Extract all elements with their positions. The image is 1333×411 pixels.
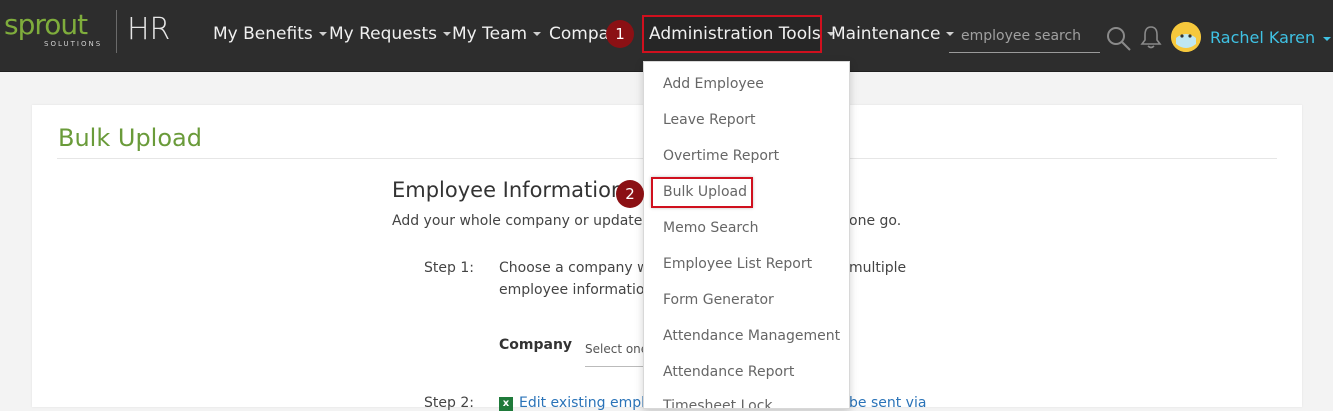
nav-my-benefits[interactable]: My Benefits: [213, 24, 327, 44]
bulk-upload-highlight: [651, 177, 753, 208]
nav-label: My Benefits: [213, 24, 313, 44]
bell-icon[interactable]: [1140, 25, 1162, 49]
page-title: Bulk Upload: [58, 124, 202, 152]
logo-divider: [116, 10, 117, 53]
menu-item-leave-report[interactable]: Leave Report: [663, 112, 756, 128]
logo-subtitle: SOLUTIONS: [44, 40, 103, 48]
nav-my-team[interactable]: My Team: [452, 24, 542, 44]
company-label: Company: [499, 337, 573, 353]
menu-item-form-generator[interactable]: Form Generator: [663, 292, 774, 308]
menu-item-attendance-management[interactable]: Attendance Management: [663, 328, 840, 344]
nav-label: My Requests: [329, 24, 438, 44]
menu-item-employee-list-report[interactable]: Employee List Report: [663, 256, 812, 272]
step-1-text-end: multiple: [849, 260, 907, 276]
sprout-logo[interactable]: sprout SOLUTIONS: [4, 8, 112, 54]
menu-item-timesheet-lock[interactable]: Timesheet Lock: [663, 398, 773, 408]
edit-existing-employees-link[interactable]: Edit existing emplo: [519, 395, 654, 411]
nav-administration-tools[interactable]: Administration Tools: [649, 24, 835, 44]
nav-my-requests[interactable]: My Requests: [329, 24, 452, 44]
menu-item-memo-search[interactable]: Memo Search: [663, 220, 758, 236]
nav-maintenance[interactable]: Maintenance: [831, 24, 955, 44]
step-marker-1: 1: [606, 20, 634, 48]
product-name: HR: [127, 12, 171, 47]
search-icon[interactable]: [1106, 26, 1132, 52]
menu-item-overtime-report[interactable]: Overtime Report: [663, 148, 779, 164]
section-description-end: one go.: [849, 213, 902, 229]
user-menu[interactable]: Rachel Karen: [1210, 28, 1332, 47]
nav-label: My Team: [452, 24, 528, 44]
chevron-down-icon: [443, 32, 452, 36]
step-1-text-line2: employee information: [499, 282, 654, 298]
edit-existing-employees-link-end[interactable]: be sent via: [849, 395, 926, 411]
step-marker-2: 2: [616, 180, 644, 208]
employee-search-input[interactable]: [949, 19, 1100, 53]
nav-label: Administration Tools: [649, 24, 821, 44]
menu-item-attendance-report[interactable]: Attendance Report: [663, 364, 794, 380]
section-description: Add your whole company or update m: [392, 213, 661, 229]
step-2-label: Step 2:: [424, 395, 474, 411]
administration-tools-dropdown: Add Employee Leave Report Overtime Repor…: [643, 61, 850, 409]
avatar-face-icon: [1171, 22, 1201, 52]
chevron-down-icon: [533, 32, 542, 36]
avatar[interactable]: [1171, 22, 1201, 52]
section-title: Employee Information: [392, 178, 625, 202]
excel-icon: x: [499, 397, 513, 411]
chevron-down-icon: [318, 32, 327, 36]
user-name-label: Rachel Karen: [1210, 28, 1316, 47]
chevron-down-icon: [1323, 36, 1332, 41]
step-1-text: Choose a company wh: [499, 260, 658, 276]
nav-label: Maintenance: [831, 24, 941, 44]
step-1-label: Step 1:: [424, 260, 474, 276]
menu-item-add-employee[interactable]: Add Employee: [663, 76, 764, 92]
logo-wordmark: sprout: [4, 8, 88, 41]
